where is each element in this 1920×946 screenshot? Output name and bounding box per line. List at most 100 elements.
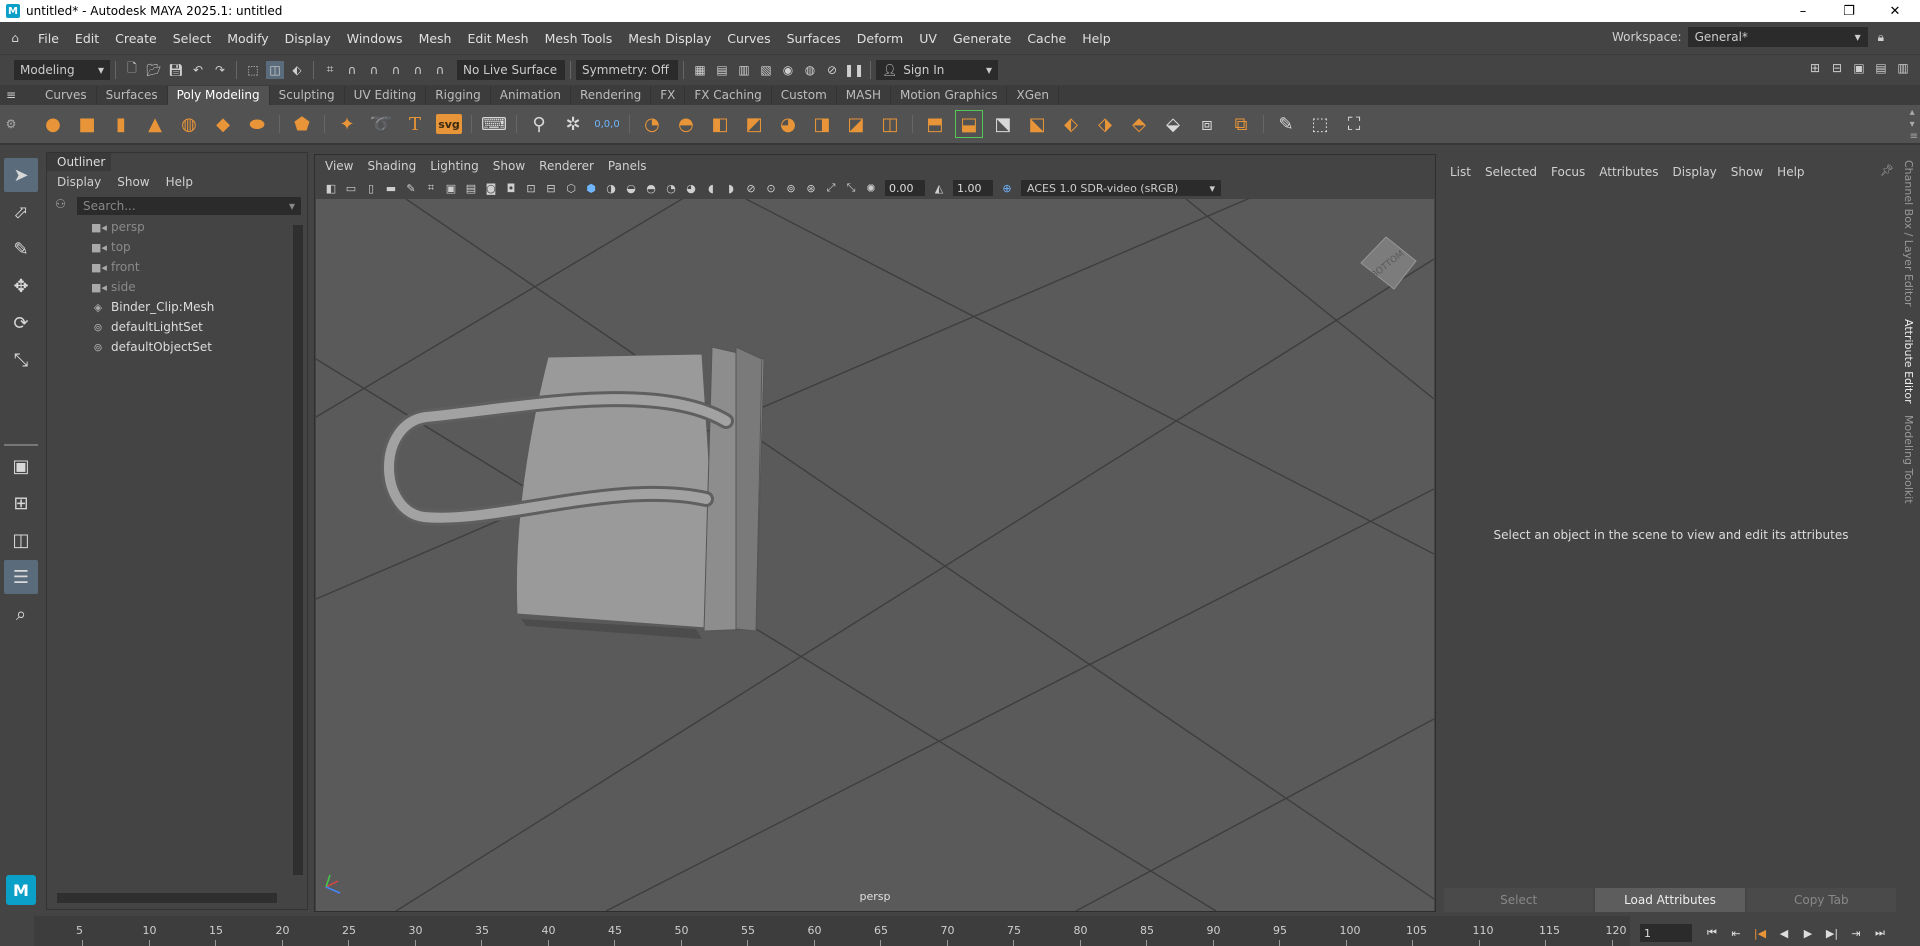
fill-hole-icon[interactable]: ⬖ xyxy=(1058,111,1084,137)
poly-plane-icon[interactable]: ◆ xyxy=(210,111,236,137)
tab-modeling-toolkit[interactable]: Modeling Toolkit xyxy=(1902,409,1915,510)
layout-icon[interactable]: ▤ xyxy=(1872,59,1890,77)
menu-curves[interactable]: Curves xyxy=(719,31,778,46)
shelf-tab-curves[interactable]: Curves xyxy=(36,85,97,105)
menu-help[interactable]: Help xyxy=(1074,31,1119,46)
shelf-tab-mash[interactable]: MASH xyxy=(836,85,891,105)
wireframe-icon[interactable]: ⬡ xyxy=(563,180,579,196)
bevel-icon[interactable]: ⬓ xyxy=(955,110,983,138)
camera-attributes-icon[interactable]: ▭ xyxy=(343,180,359,196)
grease-pencil-icon[interactable]: ✎ xyxy=(403,180,419,196)
lights-icon[interactable]: ◒ xyxy=(623,180,639,196)
render-sequence-icon[interactable]: ▤ xyxy=(713,61,731,79)
smooth-shade-icon[interactable]: ⬢ xyxy=(583,180,599,196)
combine-icon[interactable]: ◔ xyxy=(639,111,665,137)
scale-tool-icon[interactable]: ⤡ xyxy=(4,343,38,377)
ae-menu-display[interactable]: Display xyxy=(1673,165,1717,179)
frame-all-icon[interactable]: ⤢ xyxy=(823,180,839,196)
uv-planar-icon[interactable]: ⬚ xyxy=(1307,111,1333,137)
shelf-tab-motion-graphics[interactable]: Motion Graphics xyxy=(890,85,1008,105)
chevron-down-icon[interactable]: ▾ xyxy=(289,199,295,213)
mirror-icon[interactable]: ◨ xyxy=(809,111,835,137)
boolean-icon[interactable]: ◧ xyxy=(707,111,733,137)
layout-icon[interactable]: ▥ xyxy=(1894,59,1912,77)
viewport-menu-renderer[interactable]: Renderer xyxy=(539,159,594,173)
menu-display[interactable]: Display xyxy=(277,31,339,46)
viewport-menu-show[interactable]: Show xyxy=(493,159,525,173)
field-chart-icon[interactable]: ◘ xyxy=(503,180,519,196)
lasso-tool-icon[interactable]: ⬀ xyxy=(4,195,38,229)
play-backward-icon[interactable]: ◀ xyxy=(1772,924,1796,942)
gamma-field[interactable]: 1.00 xyxy=(953,180,993,196)
shelf-tab-poly-modeling[interactable]: Poly Modeling xyxy=(167,85,270,105)
measure-icon[interactable]: ⚲ xyxy=(526,111,552,137)
ae-menu-list[interactable]: List xyxy=(1450,165,1471,179)
undo-icon[interactable]: ↶ xyxy=(189,61,207,79)
type-icon[interactable]: ⌨ xyxy=(481,111,507,137)
platonic-solid-icon[interactable]: ⬟ xyxy=(289,111,315,137)
shelf-tab-fx-caching[interactable]: FX Caching xyxy=(685,85,772,105)
multicut-icon[interactable]: ⬗ xyxy=(1092,111,1118,137)
sign-in-dropdown[interactable]: 👤︎ Sign In ▾ xyxy=(876,59,998,80)
viewport-menu-shading[interactable]: Shading xyxy=(367,159,416,173)
pause-icon[interactable]: ❚❚ xyxy=(844,61,864,79)
restore-icon[interactable]: ❐ xyxy=(1826,0,1872,22)
four-pane-icon[interactable]: ⊞ xyxy=(4,486,38,520)
time-slider[interactable]: 5 10 15 20 25 30 35 40 45 50 55 60 65 70 75 80 85 90 95 100… xyxy=(0,916,1920,946)
quad-draw-icon[interactable]: ⧈ xyxy=(1194,111,1220,137)
select-button[interactable]: Select xyxy=(1444,888,1594,912)
outliner-item-default-light-set[interactable]: ⊚ defaultLightSet xyxy=(51,317,291,337)
shelf-tab-uv-editing[interactable]: UV Editing xyxy=(344,85,427,105)
target-weld-icon[interactable]: ⬙ xyxy=(1160,111,1186,137)
separate-icon[interactable]: ◓ xyxy=(673,111,699,137)
ae-menu-show[interactable]: Show xyxy=(1731,165,1763,179)
menu-mesh-display[interactable]: Mesh Display xyxy=(620,31,719,46)
select-tool-icon[interactable]: ➤ xyxy=(4,158,38,192)
film-gate-icon[interactable]: ▣ xyxy=(443,180,459,196)
menu-modify[interactable]: Modify xyxy=(219,31,276,46)
gamma-icon[interactable]: ◭ xyxy=(931,180,947,196)
color-space-dropdown[interactable]: ACES 1.0 SDR-video (sRGB) ▾ xyxy=(1021,180,1221,196)
super-shape-icon[interactable]: ✦ xyxy=(334,111,360,137)
shelf-tab-sculpting[interactable]: Sculpting xyxy=(269,85,345,105)
xray-joints-icon[interactable]: ⊚ xyxy=(783,180,799,196)
frame-selected-icon[interactable]: ⤡ xyxy=(843,180,859,196)
mode-dropdown[interactable]: Modeling ▾ xyxy=(14,59,110,80)
single-pane-icon[interactable]: ▣ xyxy=(4,449,38,483)
menu-mesh[interactable]: Mesh xyxy=(411,31,460,46)
textured-icon[interactable]: ◑ xyxy=(603,180,619,196)
extrude-icon[interactable]: ⬒ xyxy=(922,111,948,137)
xray-icon[interactable]: ⊙ xyxy=(763,180,779,196)
remesh-icon[interactable]: ◫ xyxy=(877,111,903,137)
svg-icon[interactable]: svg xyxy=(436,114,462,134)
hypershade-icon[interactable]: ◉ xyxy=(779,61,797,79)
pin-icon[interactable]: 📌︎ xyxy=(1880,164,1894,177)
render-settings-icon[interactable]: ▧ xyxy=(757,61,775,79)
filter-icon[interactable]: ⚇ xyxy=(55,197,66,211)
tab-attribute-editor[interactable]: Attribute Editor xyxy=(1902,313,1915,410)
ae-menu-help[interactable]: Help xyxy=(1777,165,1804,179)
ipr-render-icon[interactable]: ▥ xyxy=(735,61,753,79)
outliner-layout-icon[interactable]: ☰ xyxy=(4,560,38,594)
image-plane-icon[interactable]: ▬ xyxy=(383,180,399,196)
outliner-menu-help[interactable]: Help xyxy=(166,175,193,189)
rotate-tool-icon[interactable]: ⟳ xyxy=(4,306,38,340)
lock-icon[interactable]: 🔒︎ xyxy=(1878,30,1884,45)
edge-loop-icon[interactable]: ⬘ xyxy=(1126,111,1152,137)
menu-windows[interactable]: Windows xyxy=(339,31,411,46)
menu-surfaces[interactable]: Surfaces xyxy=(779,31,849,46)
viewport-scene[interactable]: BOTTOM persp xyxy=(316,199,1434,911)
safe-title-icon[interactable]: ⊟ xyxy=(543,180,559,196)
viewport-menu-lighting[interactable]: Lighting xyxy=(430,159,479,173)
bookmark-icon[interactable]: ▯ xyxy=(363,180,379,196)
menu-file[interactable]: File xyxy=(30,31,67,46)
shelf-tab-xgen[interactable]: XGen xyxy=(1007,85,1059,105)
menu-cache[interactable]: Cache xyxy=(1019,31,1074,46)
outliner-item-top[interactable]: ■◂ top xyxy=(51,237,291,257)
go-to-start-icon[interactable]: ⏮ xyxy=(1700,924,1724,942)
two-pane-icon[interactable]: ◫ xyxy=(4,523,38,557)
menu-edit-mesh[interactable]: Edit Mesh xyxy=(459,31,536,46)
shelf-settings-icon[interactable]: ⚙ xyxy=(0,117,22,131)
new-scene-icon[interactable]: 🗋︎ xyxy=(123,61,141,79)
poly-cone-icon[interactable]: ▲ xyxy=(142,111,168,137)
